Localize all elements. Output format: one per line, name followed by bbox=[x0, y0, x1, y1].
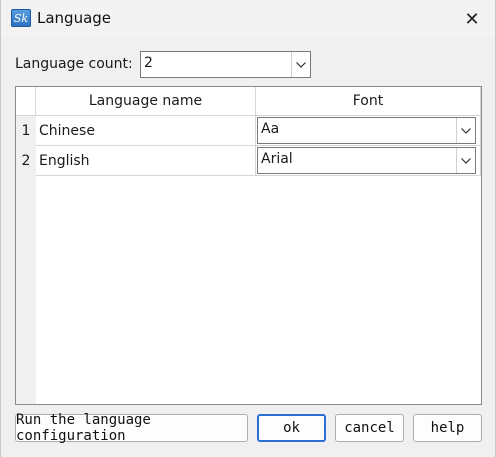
table-cell-language[interactable]: Chinese bbox=[36, 116, 256, 146]
close-icon: ✕ bbox=[464, 8, 480, 30]
chevron-down-icon[interactable] bbox=[456, 118, 475, 143]
ok-button[interactable]: ok bbox=[257, 414, 326, 442]
app-icon: Sk bbox=[11, 9, 31, 27]
run-language-configuration-button[interactable]: Run the language configuration bbox=[15, 412, 248, 444]
language-dialog: Sk Language ✕ Language count: 2 Language… bbox=[0, 0, 496, 457]
font-combobox[interactable]: Arial bbox=[257, 147, 476, 174]
font-value: Arial bbox=[261, 151, 293, 167]
close-button[interactable]: ✕ bbox=[457, 5, 487, 33]
chevron-down-icon[interactable] bbox=[456, 148, 475, 173]
language-count-combobox[interactable]: 2 bbox=[140, 51, 311, 78]
help-button[interactable]: help bbox=[413, 414, 482, 442]
font-combobox[interactable]: Aa bbox=[257, 117, 476, 144]
language-count-value: 2 bbox=[144, 55, 153, 71]
table-cell-font: Arial bbox=[256, 146, 481, 176]
table-cell-font: Aa bbox=[256, 116, 481, 146]
title-bar: Sk Language ✕ bbox=[1, 0, 495, 38]
language-table: Language name Font 1 Chinese Aa 2 Englis… bbox=[15, 86, 482, 405]
font-value: Aa bbox=[261, 121, 280, 137]
window-title: Language bbox=[37, 9, 112, 27]
column-header-language-name[interactable]: Language name bbox=[36, 87, 256, 116]
cancel-button[interactable]: cancel bbox=[335, 414, 404, 442]
table-corner bbox=[16, 87, 36, 116]
language-count-label: Language count: bbox=[15, 56, 133, 72]
column-header-font[interactable]: Font bbox=[256, 87, 481, 116]
row-number: 1 bbox=[16, 116, 36, 146]
row-number: 2 bbox=[16, 146, 36, 176]
chevron-down-icon[interactable] bbox=[291, 52, 310, 77]
table-cell-language[interactable]: English bbox=[36, 146, 256, 176]
